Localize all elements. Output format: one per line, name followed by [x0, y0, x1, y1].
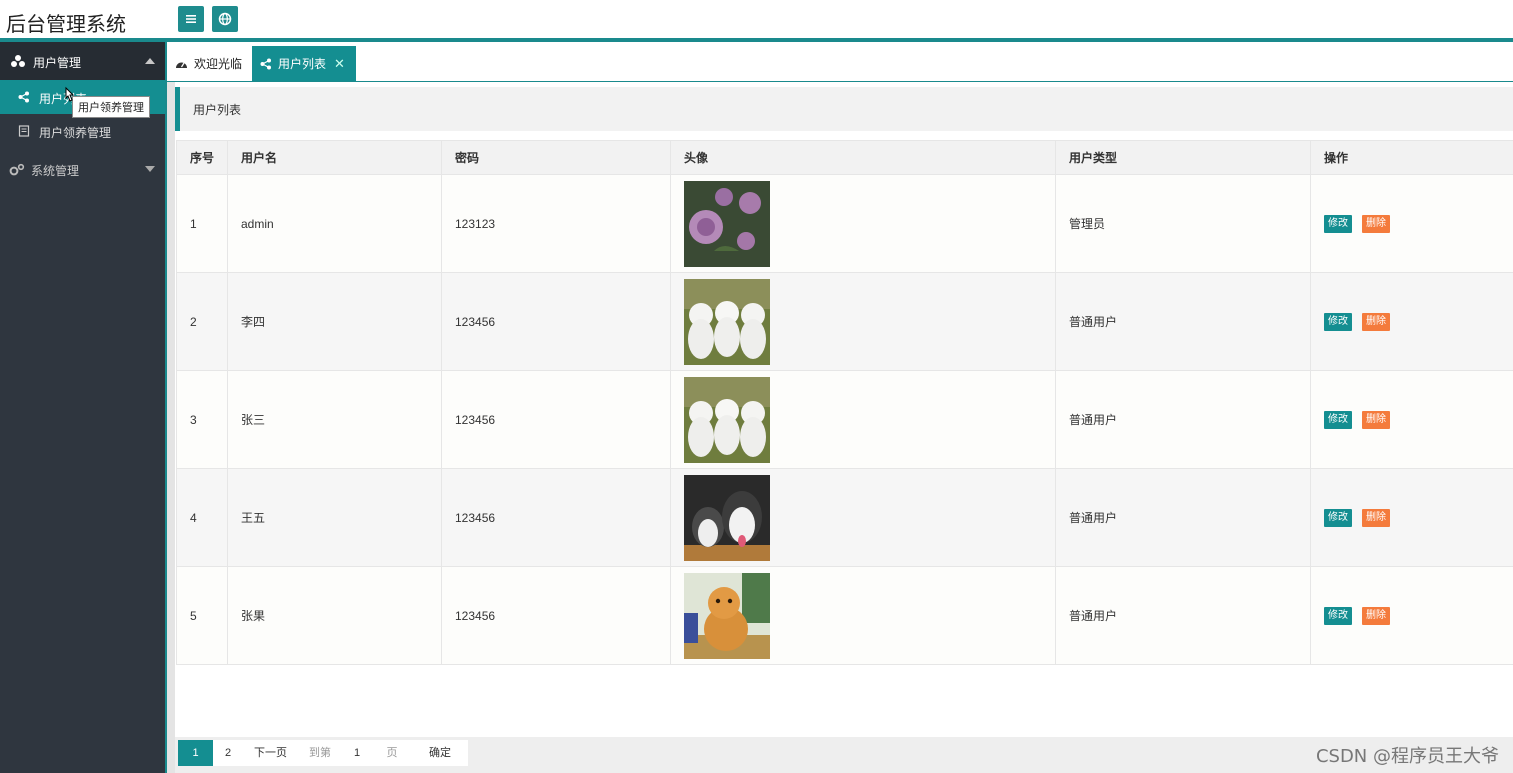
page-title: 用户列表 — [193, 103, 242, 117]
cell-id: 4 — [176, 468, 228, 567]
cell-password: 123456 — [441, 370, 671, 469]
cell-avatar — [670, 566, 1056, 665]
edit-button[interactable]: 修改 — [1324, 606, 1352, 625]
table-header-row: 序号 用户名 密码 头像 用户类型 操作 — [176, 140, 1513, 175]
sidebar-group-label: 用户管理 — [33, 56, 82, 70]
share-icon — [18, 91, 30, 106]
edit-button[interactable]: 修改 — [1324, 508, 1352, 527]
avatar-image-rose — [684, 180, 770, 267]
cell-username: 张果 — [227, 566, 442, 665]
watermark: CSDN @程序员王大爷 — [1315, 746, 1499, 767]
cell-id: 3 — [176, 370, 228, 469]
goto-page-input[interactable]: 1 — [342, 740, 372, 766]
avatar-image-white-dogs — [684, 376, 770, 463]
close-icon[interactable]: ✕ — [334, 56, 345, 72]
tab-user-list[interactable]: 用户列表 ✕ — [252, 46, 356, 81]
edit-button[interactable]: 修改 — [1324, 214, 1352, 233]
tooltip: 用户领养管理 — [72, 96, 150, 118]
table-row: 5 张果 123456 普通用户 修改 删除 — [176, 566, 1513, 665]
column-header-password: 密码 — [441, 140, 671, 175]
page-unit-label: 页 — [372, 740, 412, 766]
cubes-icon — [10, 54, 26, 71]
table-row: 1 admin 123123 管理员 修改 删除 — [176, 174, 1513, 273]
avatar-image-white-dogs — [684, 278, 770, 365]
cell-id: 5 — [176, 566, 228, 665]
content-left-bar — [167, 82, 175, 773]
cell-type: 普通用户 — [1055, 370, 1311, 469]
edit-button[interactable]: 修改 — [1324, 312, 1352, 331]
column-header-username: 用户名 — [227, 140, 442, 175]
cell-avatar — [670, 174, 1056, 273]
tab-bar: 欢迎光临 用户列表 ✕ — [167, 46, 1513, 82]
column-header-type: 用户类型 — [1055, 140, 1311, 175]
column-header-id: 序号 — [176, 140, 228, 175]
cell-password: 123456 — [441, 272, 671, 371]
app-title: 后台管理系统 — [6, 12, 126, 36]
document-icon — [18, 125, 30, 140]
delete-button[interactable]: 删除 — [1362, 606, 1390, 625]
site-home-button[interactable] — [212, 6, 238, 32]
cell-type: 普通用户 — [1055, 468, 1311, 567]
delete-button[interactable]: 删除 — [1362, 214, 1390, 233]
cell-password: 123456 — [441, 566, 671, 665]
cell-actions: 修改 删除 — [1310, 566, 1513, 665]
cell-actions: 修改 删除 — [1310, 174, 1513, 273]
tab-welcome[interactable]: 欢迎光临 — [167, 46, 252, 81]
table-row: 4 王五 123456 普通用户 修改 删除 — [176, 468, 1513, 567]
page-button-2[interactable]: 2 — [213, 740, 243, 766]
top-header: 后台管理系统 — [0, 0, 1513, 42]
user-table: 序号 用户名 密码 头像 用户类型 操作 1 admin 123123 管理员 … — [176, 140, 1513, 665]
chevron-down-icon — [145, 166, 155, 172]
sidebar: 用户管理 用户列表 用户领养管理 系统管理 — [0, 42, 165, 773]
delete-button[interactable]: 删除 — [1362, 508, 1390, 527]
next-page-button[interactable]: 下一页 — [243, 740, 298, 766]
sidebar-group-label: 系统管理 — [31, 164, 80, 178]
cell-type: 普通用户 — [1055, 566, 1311, 665]
delete-button[interactable]: 删除 — [1362, 410, 1390, 429]
cell-actions: 修改 删除 — [1310, 370, 1513, 469]
share-icon — [260, 58, 271, 69]
pagination: 1 2 下一页 到第 1 页 确定 — [175, 737, 1513, 773]
table-row: 2 李四 123456 普通用户 修改 删除 — [176, 272, 1513, 371]
cell-avatar — [670, 272, 1056, 371]
cell-username: 张三 — [227, 370, 442, 469]
sidebar-group-system-management[interactable]: 系统管理 — [0, 152, 165, 188]
goto-label: 到第 — [298, 740, 342, 766]
cell-username: 王五 — [227, 468, 442, 567]
cell-id: 2 — [176, 272, 228, 371]
sidebar-item-label: 用户领养管理 — [39, 126, 112, 140]
avatar-image-husky — [684, 474, 770, 561]
cell-avatar — [670, 468, 1056, 567]
tab-label: 用户列表 — [278, 57, 327, 71]
cell-username: admin — [227, 174, 442, 273]
cell-actions: 修改 删除 — [1310, 468, 1513, 567]
cell-type: 管理员 — [1055, 174, 1311, 273]
hamburger-icon — [186, 15, 196, 23]
confirm-button[interactable]: 确定 — [412, 740, 468, 766]
mouse-cursor-icon — [65, 86, 75, 102]
column-header-avatar: 头像 — [670, 140, 1056, 175]
avatar-image-cat — [684, 572, 770, 659]
globe-icon — [218, 12, 232, 26]
column-header-actions: 操作 — [1310, 140, 1513, 175]
sidebar-group-user-management[interactable]: 用户管理 — [0, 42, 165, 80]
table-row: 3 张三 123456 普通用户 修改 删除 — [176, 370, 1513, 469]
gears-icon — [9, 163, 25, 180]
cell-actions: 修改 删除 — [1310, 272, 1513, 371]
menu-toggle-button[interactable] — [178, 6, 204, 32]
dashboard-icon — [176, 62, 187, 68]
cell-password: 123123 — [441, 174, 671, 273]
edit-button[interactable]: 修改 — [1324, 410, 1352, 429]
chevron-up-icon — [145, 58, 155, 64]
cell-username: 李四 — [227, 272, 442, 371]
page-header: 用户列表 — [175, 87, 1513, 131]
tab-label: 欢迎光临 — [194, 57, 243, 71]
delete-button[interactable]: 删除 — [1362, 312, 1390, 331]
cell-avatar — [670, 370, 1056, 469]
cell-password: 123456 — [441, 468, 671, 567]
cell-id: 1 — [176, 174, 228, 273]
cell-type: 普通用户 — [1055, 272, 1311, 371]
page-button-1[interactable]: 1 — [178, 740, 213, 766]
sidebar-item-adoption-management[interactable]: 用户领养管理 — [0, 114, 165, 148]
